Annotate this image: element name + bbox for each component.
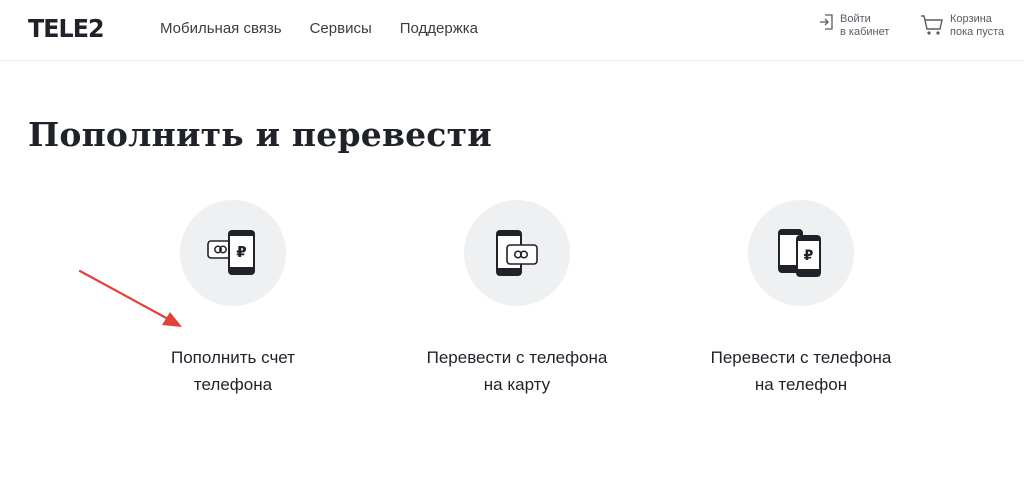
svg-text:₽: ₽ [236,243,246,261]
phone-to-phone-card[interactable]: ₽ Перевести с телефона на телефон [681,200,921,398]
phone-to-phone-label-line2: на телефон [754,375,848,394]
topup-phone-label: Пополнить счет телефона [113,344,353,398]
phone-ruble-card-icon: ₽ [207,230,255,275]
tele2-logo[interactable]: TELE2 [28,14,105,43]
svg-text:₽: ₽ [804,248,814,264]
topup-phone-label-line1: Пополнить счет [171,348,295,367]
phone-to-card-card[interactable]: Перевести с телефона на карту [397,200,637,398]
phone-to-phone-label-line1: Перевести с телефона [710,348,892,367]
cart-icon [921,15,943,35]
phone-to-phone-label: Перевести с телефона на телефон [681,344,921,398]
login-line2: в кабинет [840,26,890,38]
phone-to-card-icon [496,230,538,276]
nav-item-support[interactable]: Поддержка [400,20,478,37]
phone-to-phone-icon-circle: ₽ [748,200,854,306]
phone-to-phone-icon: ₽ [778,229,821,277]
phone-to-card-icon-circle [464,200,570,306]
nav-item-mobile[interactable]: Мобильная связь [160,20,282,37]
topup-phone-label-line2: телефона [193,375,273,394]
topup-phone-icon-circle: ₽ [180,200,286,306]
nav-item-services[interactable]: Сервисы [310,20,372,37]
topup-phone-card[interactable]: ₽ Пополнить счет телефона [113,200,353,398]
site-header: TELE2 Мобильная связь Сервисы Поддержка … [0,0,1024,61]
phone-to-card-label: Перевести с телефона на карту [397,344,637,398]
login-line1: Войти [840,13,871,25]
cart-line1: Корзина [950,13,992,25]
main-nav: Мобильная связь Сервисы Поддержка [160,20,478,37]
cart-link[interactable]: Корзина пока пуста [920,13,1004,39]
phone-to-card-label-line2: на карту [483,375,551,394]
page-title: Пополнить и перевести [28,115,492,154]
phone-to-card-label-line1: Перевести с телефона [426,348,608,367]
cart-line2: пока пуста [950,26,1005,38]
login-icon [820,14,833,30]
login-link[interactable]: Войти в кабинет [818,13,889,39]
